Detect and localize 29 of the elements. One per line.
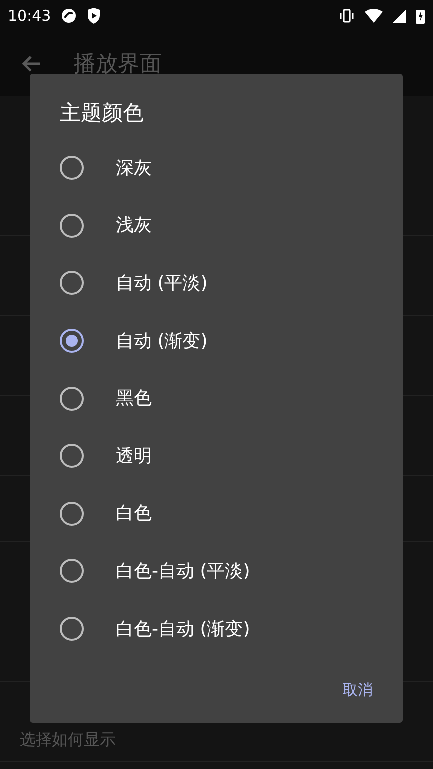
- radio-button[interactable]: [60, 617, 84, 642]
- radio-button[interactable]: [60, 271, 84, 296]
- radio-button[interactable]: [60, 444, 84, 468]
- radio-button[interactable]: [60, 329, 84, 354]
- option-label: 浅灰: [116, 214, 152, 238]
- radio-button[interactable]: [60, 559, 84, 584]
- option-label: 白色-自动 (平淡): [116, 560, 250, 584]
- cancel-button[interactable]: 取消: [333, 670, 383, 709]
- battery-icon: [416, 8, 425, 24]
- option-label: 自动 (渐变): [116, 330, 208, 354]
- option-label: 透明: [116, 444, 152, 469]
- dialog-title: 主题颜色: [60, 100, 145, 127]
- shield-icon: [87, 8, 102, 24]
- option-label: 白色: [116, 502, 152, 526]
- option-label: 白色-自动 (渐变): [116, 618, 250, 642]
- radio-button[interactable]: [60, 502, 84, 526]
- page-title: 播放界面: [74, 50, 162, 78]
- signal-icon: [393, 10, 406, 22]
- option-label: 黑色: [116, 387, 152, 412]
- setting-subtitle: 选择如何显示: [20, 728, 117, 750]
- radio-button[interactable]: [60, 156, 84, 180]
- vibrate-icon: [339, 9, 355, 23]
- radio-button[interactable]: [60, 214, 84, 238]
- radio-button[interactable]: [60, 386, 84, 411]
- status-time: 10:43: [8, 6, 52, 27]
- app-logo-icon: [61, 8, 78, 24]
- wifi-icon: [365, 9, 383, 23]
- option-label: 深灰: [116, 156, 152, 181]
- option-label: 自动 (平淡): [116, 272, 208, 296]
